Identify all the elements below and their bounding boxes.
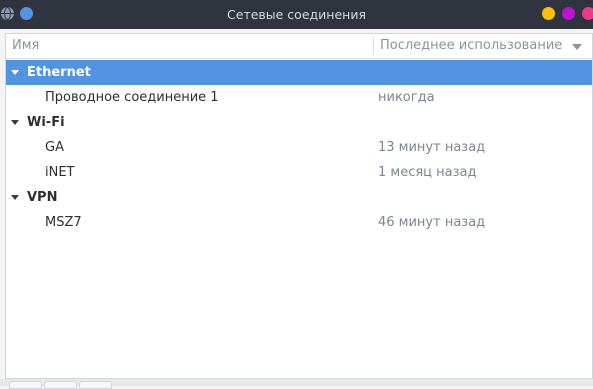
- expander-arrow-icon[interactable]: [11, 195, 19, 200]
- remove-connection-button[interactable]: [44, 381, 77, 389]
- group-label: Wi-Fi: [27, 115, 65, 130]
- group-label: VPN: [27, 190, 58, 205]
- connection-last-used: 13 минут назад: [378, 140, 486, 155]
- connection-row[interactable]: MSZ7 46 минут назад: [6, 210, 592, 235]
- sort-descending-icon[interactable]: [572, 44, 582, 50]
- column-header-last-used[interactable]: Последнее использование: [380, 34, 562, 58]
- connection-row[interactable]: iNET 1 месяц назад: [6, 160, 592, 185]
- group-row-ethernet[interactable]: Ethernet: [6, 60, 592, 85]
- minimize-button[interactable]: [542, 7, 555, 20]
- window-title: Сетевые соединения: [227, 7, 366, 22]
- connection-row[interactable]: GA 13 минут назад: [6, 135, 592, 160]
- maximize-button[interactable]: [562, 7, 575, 20]
- column-separator[interactable]: [373, 37, 374, 55]
- group-row-vpn[interactable]: VPN: [6, 185, 592, 210]
- connection-name: iNET: [45, 165, 75, 180]
- expander-arrow-icon[interactable]: [11, 70, 19, 75]
- connection-name: MSZ7: [45, 215, 82, 230]
- connection-last-used: 1 месяц назад: [378, 165, 477, 180]
- connection-last-used: 46 минут назад: [378, 215, 486, 230]
- close-button[interactable]: [582, 7, 593, 20]
- connection-name: GA: [45, 140, 64, 155]
- connection-last-used: никогда: [378, 90, 435, 105]
- edit-connection-button[interactable]: [79, 381, 112, 389]
- connections-tree[interactable]: Имя Последнее использование Ethernet Про…: [5, 33, 593, 379]
- column-header-name[interactable]: Имя: [12, 34, 39, 58]
- window-titlebar[interactable]: Сетевые соединения: [0, 0, 593, 29]
- expander-arrow-icon[interactable]: [11, 120, 19, 125]
- group-row-wifi[interactable]: Wi-Fi: [6, 110, 592, 135]
- group-label: Ethernet: [27, 65, 91, 80]
- add-connection-button[interactable]: [9, 381, 42, 389]
- tree-header: Имя Последнее использование: [6, 34, 592, 59]
- connection-name: Проводное соединение 1: [45, 90, 219, 105]
- connection-row[interactable]: Проводное соединение 1 никогда: [6, 85, 592, 110]
